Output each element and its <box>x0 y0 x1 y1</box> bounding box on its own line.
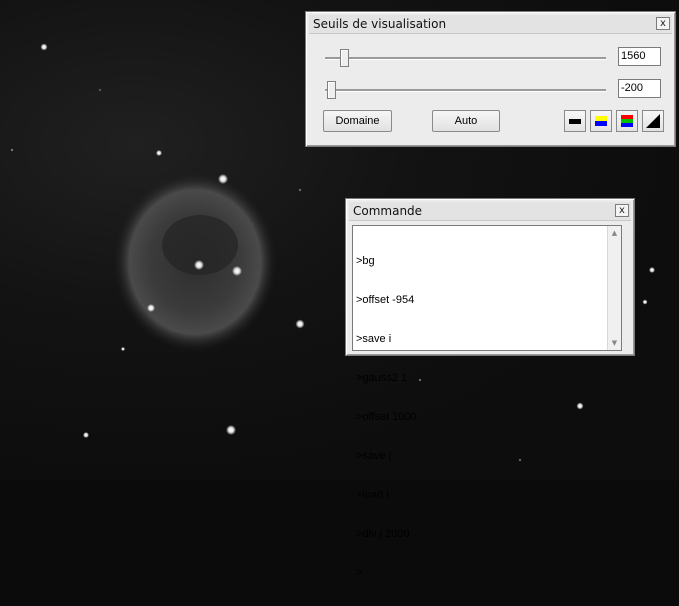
command-line: >offset 1000 <box>356 411 417 423</box>
command-titlebar[interactable]: Commande x <box>349 202 631 221</box>
command-line: >div j 2000 <box>356 528 410 540</box>
inverse-palette-button[interactable] <box>642 110 664 132</box>
yellow-blue-palette-button[interactable] <box>590 110 612 132</box>
command-close-button[interactable]: x <box>615 204 629 217</box>
thresholds-titlebar[interactable]: Seuils de visualisation x <box>309 15 672 34</box>
command-line: >offset -954 <box>356 294 415 306</box>
scroll-up-icon[interactable]: ▲ <box>608 227 621 239</box>
command-line: >load i <box>356 489 389 501</box>
high-threshold-slider[interactable] <box>340 49 349 67</box>
command-scrollbar[interactable]: ▲ ▼ <box>607 226 621 350</box>
command-line: >save i <box>356 333 392 345</box>
thresholds-window: Seuils de visualisation x 1560 -200 Doma… <box>305 11 676 147</box>
rainbow-palette-icon <box>621 115 633 127</box>
low-threshold-slider[interactable] <box>327 81 336 99</box>
low-threshold-track[interactable] <box>325 89 606 92</box>
command-line: >gauss2 1 <box>356 372 408 384</box>
high-threshold-input[interactable]: 1560 <box>618 47 661 66</box>
thresholds-close-button[interactable]: x <box>656 17 670 30</box>
domain-button[interactable]: Domaine <box>323 110 392 132</box>
thresholds-window-title: Seuils de visualisation <box>313 17 447 31</box>
high-threshold-track[interactable] <box>325 57 606 60</box>
command-line: >save j <box>356 450 392 462</box>
inverse-ramp-icon <box>646 114 660 128</box>
yellow-blue-palette-icon <box>595 116 607 126</box>
rainbow-palette-button[interactable] <box>616 110 638 132</box>
command-prompt[interactable]: > <box>356 567 417 580</box>
grayscale-palette-button[interactable] <box>564 110 586 132</box>
command-history: >bg >offset -954 >save i >gauss2 1 >offs… <box>356 229 417 606</box>
command-line: >bg <box>356 255 375 267</box>
auto-button[interactable]: Auto <box>432 110 500 132</box>
command-window-title: Commande <box>353 204 423 218</box>
low-threshold-input[interactable]: -200 <box>618 79 661 98</box>
command-window: Commande x >bg >offset -954 >save i >gau… <box>345 198 635 579</box>
command-console[interactable]: >bg >offset -954 >save i >gauss2 1 >offs… <box>352 225 622 579</box>
scroll-down-icon[interactable]: ▼ <box>608 337 621 349</box>
grayscale-palette-icon <box>569 119 581 124</box>
